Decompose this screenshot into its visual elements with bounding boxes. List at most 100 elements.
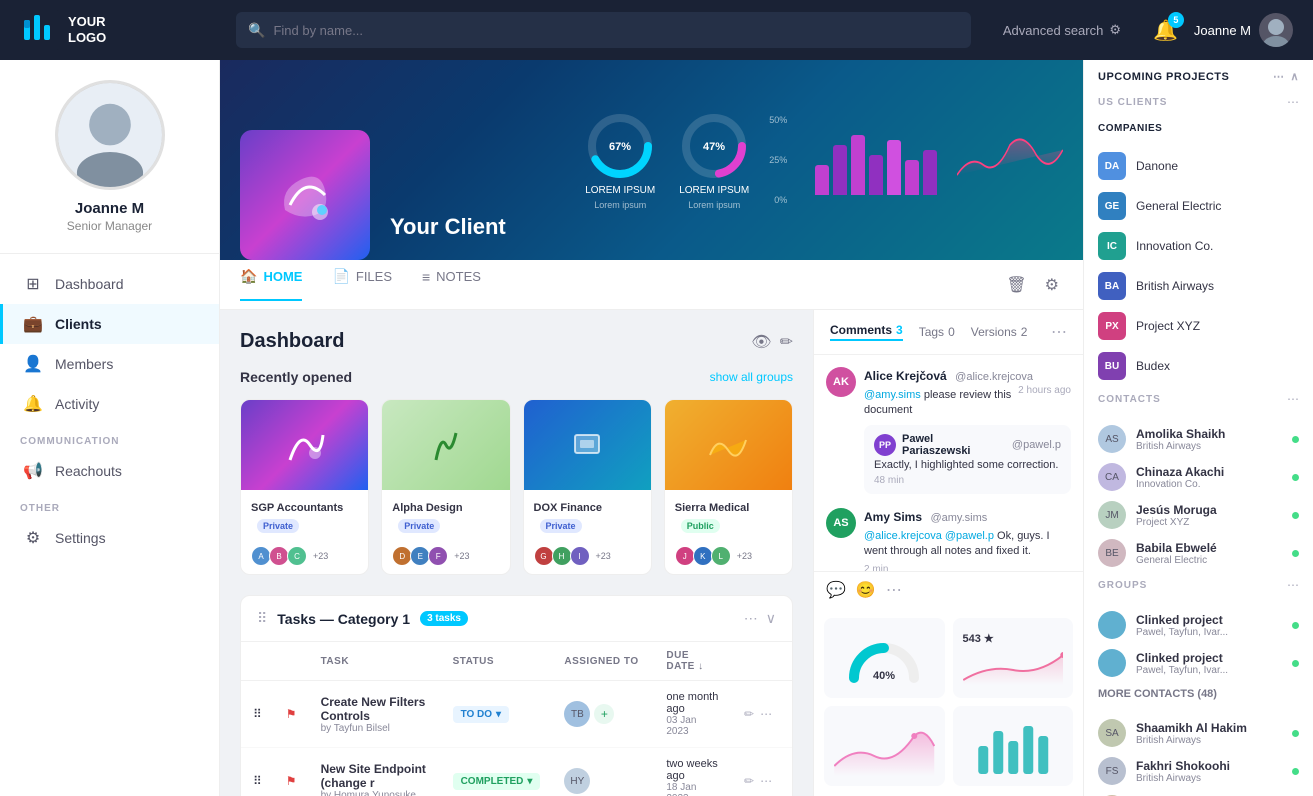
add-assignee-button[interactable]: +	[594, 704, 614, 724]
collapse-icon[interactable]: ∧	[1290, 70, 1299, 83]
col-status-label: STATUS	[441, 642, 553, 681]
tab-comments[interactable]: Comments 3	[830, 323, 903, 341]
contact-item[interactable]: BE Babila Ebwelé General Electric	[1084, 534, 1313, 572]
comment-avatar: AS	[826, 508, 856, 538]
card-avatars: A B C +23	[241, 542, 368, 574]
sidebar-item-members[interactable]: 👤 Members	[0, 344, 219, 384]
profile-role: Senior Manager	[67, 219, 152, 233]
tab-versions[interactable]: Versions 2	[971, 325, 1028, 339]
contact-item[interactable]: AS Amolika Shaikh British Airways	[1084, 420, 1313, 458]
comment-item: AS Amy Sims @amy.sims @alice.krejcova @p…	[826, 508, 1071, 571]
client-info: Your Client	[390, 194, 506, 260]
contact-item[interactable]: BN Benito Noboa British Airways	[1084, 790, 1313, 796]
drag-handle-icon[interactable]: ⠿	[257, 610, 267, 627]
company-item[interactable]: BA British Airways	[1084, 266, 1313, 306]
comments-more-icon[interactable]: ⋯	[1051, 322, 1067, 342]
drag-icon[interactable]: ⠿	[241, 748, 274, 796]
tab-tags[interactable]: Tags 0	[919, 325, 955, 339]
logo-area: YOUR LOGO	[20, 10, 220, 50]
tab-notes[interactable]: ≡ NOTES	[422, 269, 481, 301]
show-all-link[interactable]: show all groups	[710, 370, 793, 384]
notification-badge: 5	[1168, 12, 1184, 28]
task-name-cell: New Site Endpoint (change r by Homura Yu…	[309, 748, 441, 796]
tasks-more-button[interactable]: ⋯	[744, 610, 758, 627]
nested-avatar: PP	[874, 434, 896, 456]
more-icon[interactable]: ⋯	[1273, 70, 1285, 83]
contact-name: Jesús Moruga	[1136, 503, 1282, 517]
sidebar-item-reachouts[interactable]: 📢 Reachouts	[0, 451, 219, 491]
contact-info: Fakhri Shokoohi British Airways	[1136, 759, 1282, 784]
company-icon: BU	[1098, 352, 1126, 380]
project-card[interactable]: SGP Accountants Private A B C +23	[240, 399, 369, 575]
tasks-collapse-button[interactable]: ∨	[766, 610, 776, 627]
search-input[interactable]	[273, 23, 958, 38]
tab-home[interactable]: 🏠 HOME	[240, 268, 302, 301]
contact-name: Amolika Shaikh	[1136, 427, 1282, 441]
group-item[interactable]: Clinked project Pawel, Tayfun, Ivar...	[1084, 606, 1313, 644]
contact-item[interactable]: CA Chinaza Akachi Innovation Co.	[1084, 458, 1313, 496]
rs-header-actions: ⋯ ∧	[1273, 70, 1299, 83]
company-item[interactable]: PX Project XYZ	[1084, 306, 1313, 346]
filter-icon: ⚙	[1109, 22, 1121, 38]
delete-button[interactable]: 🗑	[1002, 271, 1030, 299]
reply-button[interactable]: 💬	[826, 580, 846, 600]
status-badge[interactable]: TO DO ▾	[453, 706, 510, 723]
more-contacts-label: MORE CONTACTS (48)	[1084, 682, 1313, 706]
card-info: Alpha Design Private	[382, 490, 509, 542]
mini-avatar: G	[534, 546, 554, 566]
groups-header: GROUPS ⋯	[1084, 572, 1313, 598]
more-task-icon[interactable]: ⋯	[760, 707, 772, 721]
contact-item[interactable]: FS Fakhri Shokoohi British Airways	[1084, 752, 1313, 790]
priority-icon: ⚑	[286, 774, 297, 788]
comment-handle: @amy.sims	[930, 512, 987, 524]
card-thumbnail	[241, 400, 368, 490]
edit-task-icon[interactable]: ✏	[744, 707, 754, 721]
status-dot	[1292, 622, 1299, 629]
group-item[interactable]: Clinked project Pawel, Tayfun, Ivar...	[1084, 644, 1313, 682]
task-status-cell: COMPLETED ▾	[441, 748, 553, 796]
project-card[interactable]: DOX Finance Private G H I +23	[523, 399, 652, 575]
sidebar-item-activity[interactable]: 🔔 Activity	[0, 384, 219, 424]
company-item[interactable]: IC Innovation Co.	[1084, 226, 1313, 266]
advanced-search-button[interactable]: Advanced search ⚙	[987, 22, 1137, 38]
notification-button[interactable]: 🔔 5	[1153, 18, 1178, 43]
view-button[interactable]: 👁	[751, 332, 771, 352]
contact-avatar: SA	[1098, 719, 1126, 747]
col-actions	[732, 642, 792, 681]
assigned-avatar: HY	[564, 768, 590, 794]
contact-item[interactable]: JM Jesús Moruga Project XYZ	[1084, 496, 1313, 534]
edit-task-icon[interactable]: ✏	[744, 774, 754, 788]
user-menu[interactable]: Joanne M	[1194, 13, 1293, 47]
sidebar-item-settings[interactable]: ⚙ Settings	[0, 518, 219, 558]
search-bar[interactable]: 🔍	[236, 12, 971, 48]
col-task-label: TASK	[309, 642, 441, 681]
contact-item[interactable]: SA Shaamikh Al Hakim British Airways	[1084, 714, 1313, 752]
assigned-avatar: TB	[564, 701, 590, 727]
edit-button[interactable]: ✏	[780, 332, 793, 352]
sidebar-item-clients[interactable]: 💼 Clients	[0, 304, 219, 344]
project-card[interactable]: Sierra Medical Public J K L +23	[664, 399, 793, 575]
more-icon[interactable]: ⋯	[1287, 95, 1299, 109]
more-icon[interactable]: ⋯	[1287, 578, 1299, 592]
more-task-icon[interactable]: ⋯	[760, 774, 772, 788]
drag-icon[interactable]: ⠿	[241, 681, 274, 748]
tab-files[interactable]: 📄 FILES	[332, 268, 392, 301]
donut-1: 67% LOREM IPSUM Lorem ipsum	[585, 111, 655, 210]
project-card[interactable]: Alpha Design Private D E F +23	[381, 399, 510, 575]
logo-text: YOUR LOGO	[68, 14, 106, 45]
company-item[interactable]: BU Budex	[1084, 346, 1313, 386]
more-icon[interactable]: ⋯	[1287, 392, 1299, 406]
sidebar-item-dashboard[interactable]: ⊞ Dashboard	[0, 264, 219, 304]
mini-avatar: B	[269, 546, 289, 566]
company-item[interactable]: GE General Electric	[1084, 186, 1313, 226]
mini-avatar: I	[570, 546, 590, 566]
status-badge[interactable]: COMPLETED ▾	[453, 773, 541, 790]
group-avatar	[1098, 649, 1126, 677]
status-dot	[1292, 768, 1299, 775]
settings-button[interactable]: ⚙	[1041, 271, 1063, 299]
us-clients-header: US CLIENTS ⋯	[1084, 89, 1313, 115]
company-item[interactable]: DA Danone	[1084, 146, 1313, 186]
tasks-title: Tasks — Category 1	[277, 611, 410, 627]
more-button[interactable]: ⋯	[886, 580, 902, 600]
emoji-button[interactable]: 😊	[856, 580, 876, 600]
